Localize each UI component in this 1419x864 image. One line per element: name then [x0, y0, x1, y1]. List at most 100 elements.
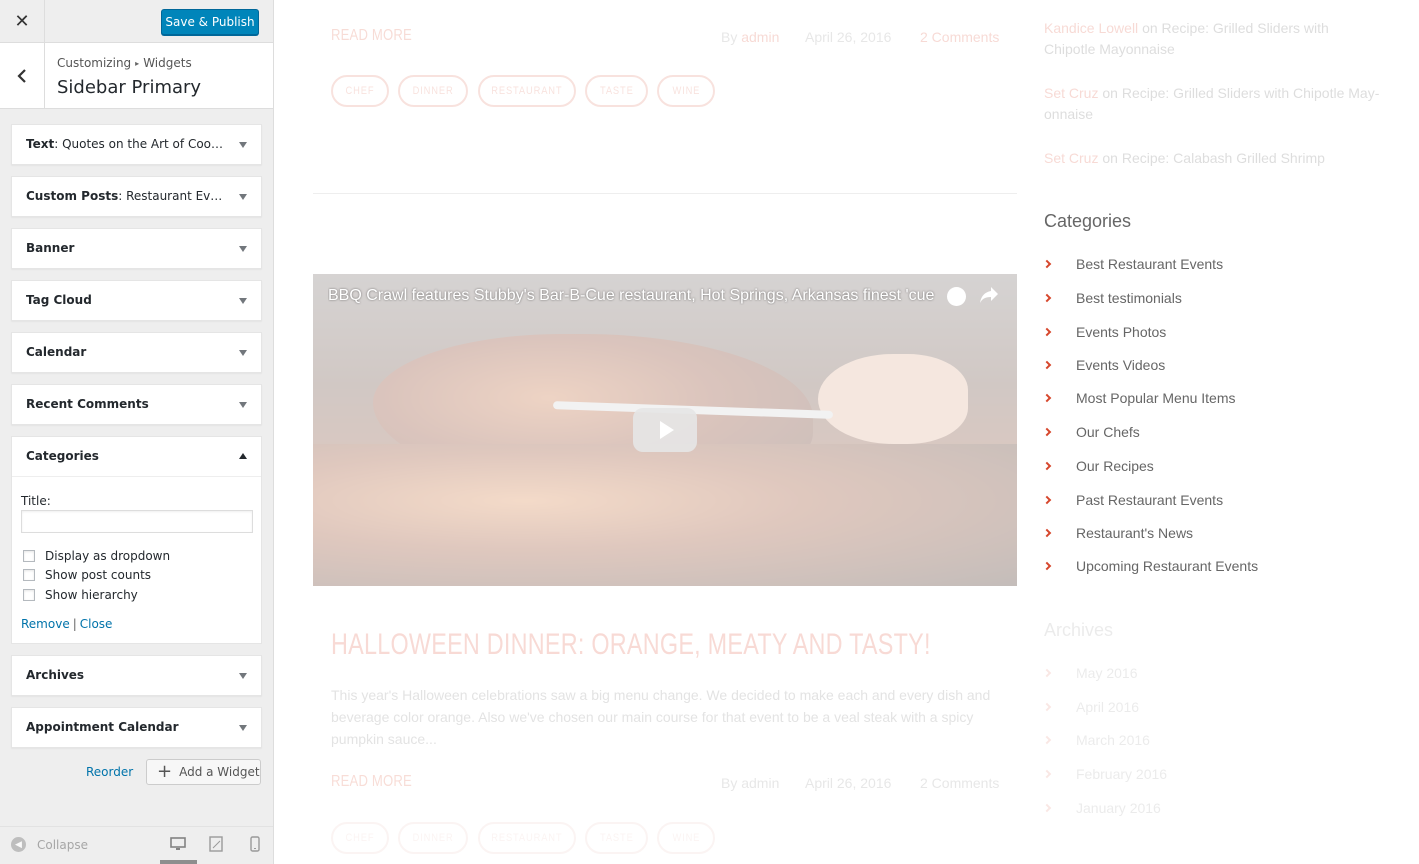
widget-calendar[interactable]: Calendar — [11, 332, 262, 373]
caret-down-icon[interactable] — [239, 673, 247, 679]
widget-recent-comments[interactable]: Recent Comments — [11, 384, 262, 425]
tag-wine[interactable]: WINE — [657, 75, 715, 107]
remove-link[interactable]: Remove — [21, 617, 70, 631]
archive-item[interactable]: April 2016 — [1042, 699, 1140, 715]
widget-banner[interactable]: Banner — [11, 228, 262, 269]
option-show-hierarchy[interactable]: Show hierarchy — [23, 588, 138, 602]
option-show-post-counts[interactable]: Show post counts — [23, 568, 151, 582]
author-link[interactable]: admin — [741, 29, 779, 45]
archive-item[interactable]: March 2016 — [1042, 732, 1150, 748]
recent-comment-item: Kandice Lowell on Recipe: Grilled Slider… — [1044, 18, 1384, 60]
category-item[interactable]: Events Photos — [1042, 324, 1167, 340]
tag-label: DINNER — [412, 832, 454, 844]
archive-item[interactable]: February 2016 — [1042, 766, 1167, 782]
category-item[interactable]: Best Restaurant Events — [1042, 256, 1223, 272]
category-item[interactable]: Our Recipes — [1042, 458, 1154, 474]
video-embed[interactable]: BBQ Crawl features Stubby's Bar-B-Cue re… — [313, 274, 1017, 586]
plus-icon: + — [157, 761, 173, 782]
collapse-button[interactable]: ◀ Collapse — [11, 837, 88, 852]
close-icon[interactable]: ✕ — [0, 0, 45, 42]
tag-restaurant[interactable]: RESTAURANT — [478, 75, 576, 107]
caret-up-icon[interactable] — [239, 453, 247, 459]
tag-chef[interactable]: CHEF — [331, 75, 389, 107]
tag-taste[interactable]: TASTE — [585, 75, 648, 107]
close-link[interactable]: Close — [80, 617, 113, 631]
widget-categories-header[interactable]: Categories — [12, 437, 261, 477]
recent-comment-item: Set Cruz on Recipe: Calabash Grilled Shr… — [1044, 148, 1384, 169]
save-publish-button[interactable]: Save & Publish — [161, 9, 259, 35]
category-label: Upcoming Restaurant Events — [1076, 558, 1259, 574]
tag-wine[interactable]: WINE — [657, 822, 715, 854]
chevron-right-icon — [1042, 393, 1052, 403]
checkbox[interactable] — [23, 589, 35, 601]
archive-label: April 2016 — [1076, 699, 1140, 715]
widget-tag-cloud[interactable]: Tag Cloud — [11, 280, 262, 321]
widget-text[interactable]: Text: Quotes on the Art of Cook... — [11, 124, 262, 165]
chevron-right-icon — [1042, 702, 1052, 712]
comment-author-link[interactable]: Set Cruz — [1044, 85, 1098, 101]
caret-down-icon[interactable] — [239, 402, 247, 408]
tag-label: CHEF — [345, 832, 375, 844]
share-icon[interactable] — [979, 286, 999, 304]
widget-appointment-calendar[interactable]: Appointment Calendar — [11, 707, 262, 748]
category-label: Events Photos — [1076, 324, 1167, 340]
customizer-footer: ◀ Collapse — [0, 826, 273, 864]
tag-chef[interactable]: CHEF — [331, 822, 389, 854]
comment-author-link[interactable]: Set Cruz — [1044, 150, 1098, 166]
active-device-indicator — [160, 860, 197, 864]
archive-item[interactable]: May 2016 — [1042, 665, 1138, 681]
category-label: Our Chefs — [1076, 424, 1140, 440]
caret-down-icon[interactable] — [239, 725, 247, 731]
read-more-link[interactable]: READ MORE — [331, 27, 412, 45]
post-title[interactable]: HALLOWEEN DINNER: ORANGE, MEATY AND TAST… — [331, 628, 931, 662]
checkbox[interactable] — [23, 569, 35, 581]
add-widget-button[interactable]: + Add a Widget — [146, 759, 261, 785]
option-display-dropdown[interactable]: Display as dropdown — [23, 549, 170, 563]
caret-down-icon[interactable] — [239, 350, 247, 356]
category-item[interactable]: Past Restaurant Events — [1042, 492, 1223, 508]
tag-dinner[interactable]: DINNER — [398, 822, 468, 854]
tag-label: RESTAURANT — [491, 85, 563, 97]
widget-custom-posts[interactable]: Custom Posts: Restaurant Events — [11, 176, 262, 217]
mobile-preview-icon[interactable] — [247, 836, 263, 852]
category-item[interactable]: Events Videos — [1042, 357, 1166, 373]
category-item[interactable]: Most Popular Menu Items — [1042, 390, 1236, 406]
caret-down-icon[interactable] — [239, 298, 247, 304]
tag-label: TASTE — [599, 85, 634, 97]
caret-down-icon[interactable] — [239, 246, 247, 252]
caret-down-icon[interactable] — [239, 194, 247, 200]
widget-archives[interactable]: Archives — [11, 655, 262, 696]
author-link[interactable]: admin — [741, 775, 779, 791]
site-preview: READ MORE By admin April 26, 2016 2 Comm… — [274, 0, 1419, 864]
play-button[interactable] — [633, 408, 697, 452]
category-item[interactable]: Upcoming Restaurant Events — [1042, 558, 1259, 574]
video-title[interactable]: BBQ Crawl features Stubby's Bar-B-Cue re… — [328, 287, 948, 305]
widget-type-label: Categories — [26, 449, 99, 463]
clock-icon[interactable] — [947, 287, 966, 306]
back-arrow-icon[interactable] — [0, 43, 45, 108]
category-item[interactable]: Our Chefs — [1042, 424, 1140, 440]
category-label: Restaurant's News — [1076, 525, 1194, 541]
title-input[interactable] — [21, 510, 253, 533]
category-item[interactable]: Best testimonials — [1042, 290, 1182, 306]
read-more-link[interactable]: READ MORE — [331, 773, 412, 791]
comment-author-link[interactable]: Kandice Lowell — [1044, 20, 1138, 36]
comments-link[interactable]: 2 Comments — [920, 775, 999, 791]
chevron-right-icon — [1042, 495, 1052, 505]
checkbox[interactable] — [23, 550, 35, 562]
archive-label: May 2016 — [1076, 665, 1138, 681]
reorder-link[interactable]: Reorder — [86, 765, 133, 779]
tag-dinner[interactable]: DINNER — [398, 75, 468, 107]
comment-post-link[interactable]: Recipe: Calabash Grilled Shrimp — [1122, 150, 1325, 166]
category-label: Events Videos — [1076, 357, 1166, 373]
archive-item[interactable]: January 2016 — [1042, 800, 1161, 816]
tag-restaurant[interactable]: RESTAURANT — [478, 822, 576, 854]
tag-taste[interactable]: TASTE — [585, 822, 648, 854]
post-date: April 26, 2016 — [805, 775, 892, 791]
caret-down-icon[interactable] — [239, 142, 247, 148]
category-item[interactable]: Restaurant's News — [1042, 525, 1194, 541]
desktop-preview-icon[interactable] — [170, 836, 186, 852]
tablet-preview-icon[interactable] — [208, 836, 224, 852]
comment-on-label: on — [1142, 20, 1158, 36]
comments-link[interactable]: 2 Comments — [920, 29, 999, 45]
